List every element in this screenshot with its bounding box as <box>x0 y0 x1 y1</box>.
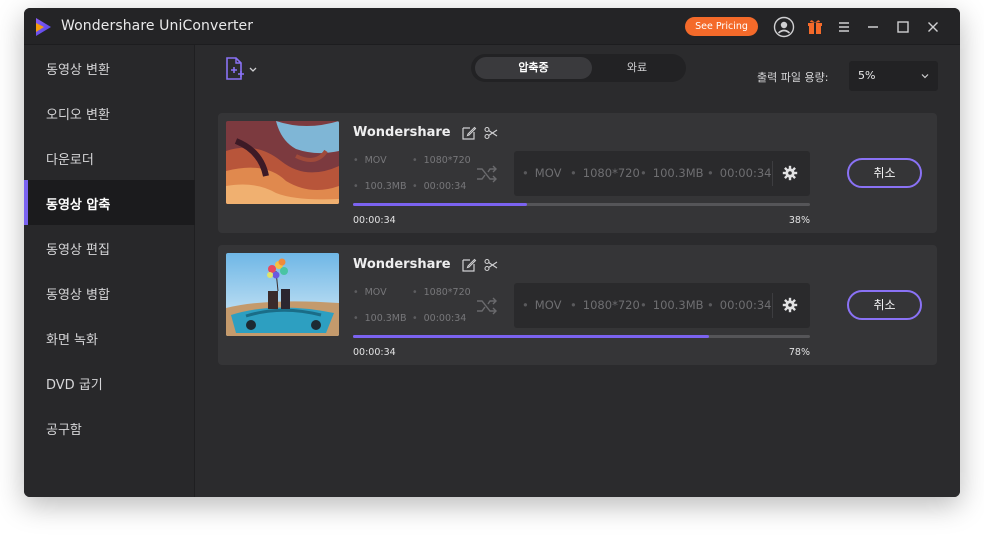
elapsed-time: 00:00:34 <box>353 347 396 358</box>
source-format: MOV <box>353 287 387 298</box>
sidebar-item-video-compress[interactable]: 동영상 압축 <box>24 180 195 225</box>
progress-fill <box>353 335 710 338</box>
sidebar-item-toolbox[interactable]: 공구함 <box>24 405 195 450</box>
progress-percent: 78% <box>788 347 810 358</box>
sidebar-item-dvd-burn[interactable]: DVD 굽기 <box>24 360 195 405</box>
source-size: 100.3MB <box>353 313 407 324</box>
target-duration: 00:00:34 <box>707 298 772 312</box>
source-duration: 00:00:34 <box>412 313 467 324</box>
close-icon[interactable] <box>922 16 944 38</box>
task-card: Wondershare MOV 1080*720 100.3MB 00:00:3… <box>218 245 937 365</box>
video-thumbnail[interactable] <box>226 253 339 336</box>
source-format: MOV <box>353 155 387 166</box>
sidebar-item-screen-record[interactable]: 화면 녹화 <box>24 315 195 360</box>
status-segmented-control: 압축중 와료 <box>471 54 686 82</box>
trim-scissors-icon[interactable] <box>483 125 499 141</box>
output-size-value: 5% <box>858 69 876 82</box>
edit-icon[interactable] <box>461 125 477 141</box>
see-pricing-button[interactable]: See Pricing <box>685 17 758 36</box>
sidebar-item-audio-convert[interactable]: 오디오 변환 <box>24 90 195 135</box>
app-title: Wondershare UniConverter <box>61 18 254 34</box>
add-file-icon[interactable] <box>224 57 264 81</box>
sidebar-item-downloader[interactable]: 다운로더 <box>24 135 195 180</box>
minimize-icon[interactable] <box>862 16 884 38</box>
sidebar-item-label: 동영상 편집 <box>46 243 110 258</box>
sidebar-item-label: 화면 녹화 <box>46 333 98 348</box>
shuffle-arrows-icon <box>477 297 497 315</box>
file-name: Wondershare <box>353 257 451 272</box>
menu-icon[interactable] <box>833 16 855 38</box>
sidebar-item-video-convert[interactable]: 동영상 변환 <box>24 45 195 90</box>
elapsed-time: 00:00:34 <box>353 215 396 226</box>
cancel-button[interactable]: 취소 <box>847 290 922 320</box>
tab-done[interactable]: 와료 <box>592 57 682 79</box>
video-thumbnail[interactable] <box>226 121 339 204</box>
trim-scissors-icon[interactable] <box>483 257 499 273</box>
sidebar: 동영상 변환 오디오 변환 다운로더 동영상 압축 동영상 편집 동영상 병합 … <box>24 45 195 497</box>
target-format: MOV <box>522 298 562 312</box>
target-format: MOV <box>522 166 562 180</box>
task-card: Wondershare MOV 1080*720 100.3MB 00:00:3… <box>218 113 937 233</box>
target-resolution: 1080*720 <box>570 166 640 180</box>
title-bar: Wondershare UniConverter See Pricing <box>24 8 960 45</box>
output-size-select[interactable]: 5% <box>849 61 938 91</box>
target-settings-box[interactable]: MOV 1080*720 100.3MB 00:00:34 <box>514 151 810 196</box>
balloons-car-thumbnail-image <box>226 253 339 336</box>
source-resolution: 1080*720 <box>412 155 471 166</box>
target-settings-box[interactable]: MOV 1080*720 100.3MB 00:00:34 <box>514 283 810 328</box>
source-resolution: 1080*720 <box>412 287 471 298</box>
shuffle-arrows-icon <box>477 165 497 183</box>
canyon-thumbnail-image <box>226 121 339 204</box>
sidebar-item-label: 공구함 <box>46 423 82 438</box>
progress-fill <box>353 203 527 206</box>
sidebar-item-label: 동영상 병합 <box>46 288 110 303</box>
target-size: 100.3MB <box>640 166 704 180</box>
tab-compressing[interactable]: 압축중 <box>475 57 592 79</box>
sidebar-item-label: 오디오 변환 <box>46 108 110 123</box>
source-duration: 00:00:34 <box>412 181 467 192</box>
main-panel: 압축중 와료 출력 파일 용량: 5% Wondershare • MOV • … <box>196 45 960 497</box>
progress-bar <box>353 203 810 206</box>
source-size: 100.3MB <box>353 181 407 192</box>
progress-bar <box>353 335 810 338</box>
gift-icon[interactable] <box>804 16 826 38</box>
gear-icon[interactable] <box>782 297 798 313</box>
app-window: Wondershare UniConverter See Pricing 동영상… <box>24 8 960 497</box>
target-resolution: 1080*720 <box>570 298 640 312</box>
sidebar-item-video-edit[interactable]: 동영상 편집 <box>24 225 195 270</box>
progress-percent: 38% <box>788 215 810 226</box>
sidebar-item-label: 다운로더 <box>46 153 94 168</box>
file-name: Wondershare <box>353 125 451 140</box>
divider <box>772 293 773 318</box>
chevron-down-icon <box>921 74 929 79</box>
sidebar-item-label: 동영상 압축 <box>46 198 111 213</box>
edit-icon[interactable] <box>461 257 477 273</box>
maximize-icon[interactable] <box>892 16 914 38</box>
output-size-label: 출력 파일 용량: <box>757 71 829 84</box>
target-size: 100.3MB <box>640 298 704 312</box>
cancel-button[interactable]: 취소 <box>847 158 922 188</box>
gear-icon[interactable] <box>782 165 798 181</box>
sidebar-item-label: 동영상 변환 <box>46 63 110 78</box>
target-duration: 00:00:34 <box>707 166 772 180</box>
sidebar-item-label: DVD 굽기 <box>46 378 103 393</box>
app-logo-icon <box>36 18 51 36</box>
divider <box>772 161 773 186</box>
user-avatar-icon[interactable] <box>773 16 795 38</box>
sidebar-item-video-merge[interactable]: 동영상 병합 <box>24 270 195 315</box>
